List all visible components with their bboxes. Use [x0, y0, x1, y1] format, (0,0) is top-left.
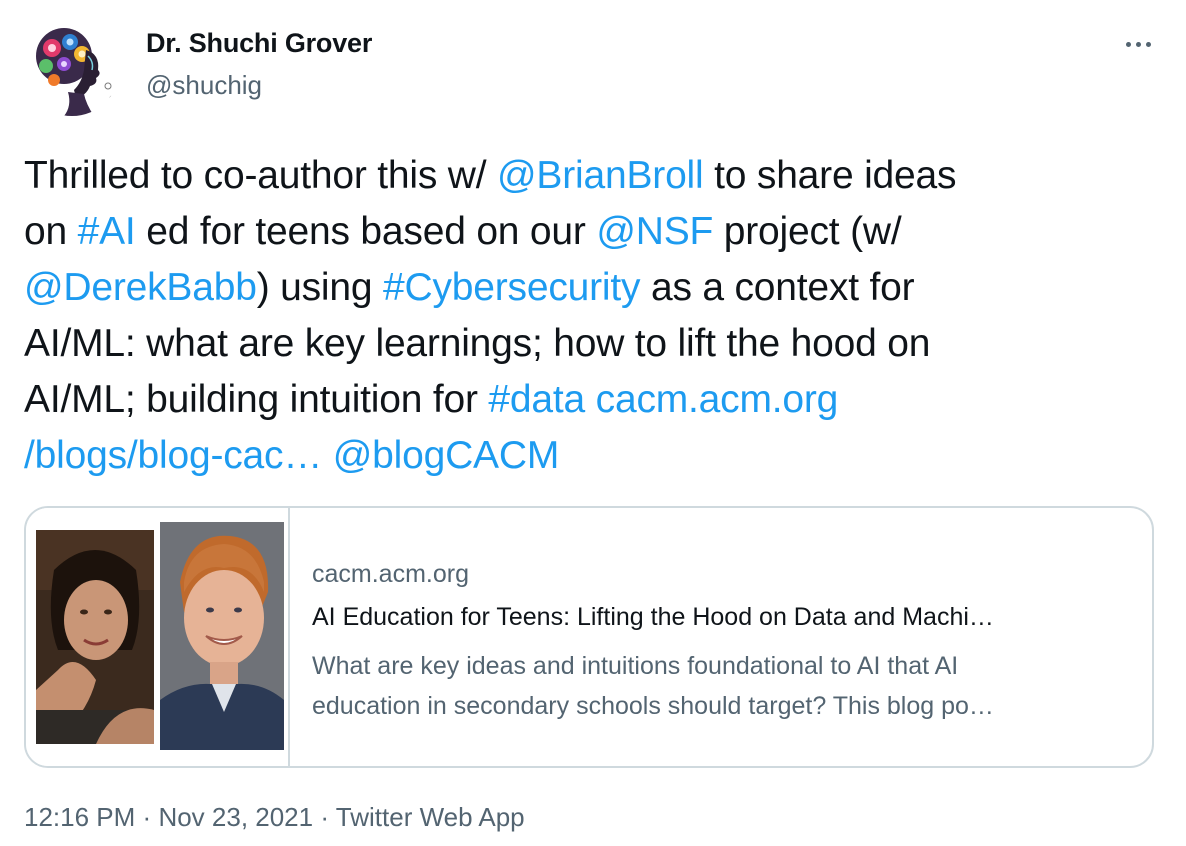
- card-domain: cacm.acm.org: [312, 560, 469, 588]
- hashtag-link[interactable]: #AI: [78, 210, 136, 253]
- tweet-text-line: AI/ML: what are key learnings; how to li…: [24, 316, 1164, 372]
- mention-link[interactable]: @blogCACM: [333, 434, 560, 477]
- tweet: Dr. Shuchi Grover @shuchig Thrilled to c…: [0, 0, 1186, 846]
- tweet-time-link[interactable]: 12:16 PM: [24, 802, 135, 832]
- tweet-text-segment: as a context for: [640, 266, 915, 309]
- link-preview-card[interactable]: cacm.acm.org AI Education for Teens: Lif…: [24, 506, 1154, 768]
- mention-link[interactable]: @NSF: [596, 210, 713, 253]
- author-avatar[interactable]: [24, 20, 120, 116]
- tweet-text-line: AI/ML; building intuition for #data cacm…: [24, 372, 1164, 428]
- author-handle[interactable]: @shuchig: [146, 70, 262, 101]
- tweet-text-line: on #AI ed for teens based on our @NSF pr…: [24, 204, 1164, 260]
- tweet-text-segment: to share ideas: [703, 154, 957, 197]
- tweet-source-link[interactable]: Twitter Web App: [336, 802, 525, 832]
- mention-link[interactable]: @DerekBabb: [24, 266, 257, 309]
- tweet-text-segment: AI/ML; building intuition for: [24, 378, 489, 421]
- tweet-text-segment: on: [24, 210, 78, 253]
- tweet-text-segment: Thrilled to co-author this w/: [24, 154, 498, 197]
- person-photo-left: [36, 530, 154, 744]
- tweet-text-line: Thrilled to co-author this w/ @BrianBrol…: [24, 148, 1164, 204]
- card-description-line: What are key ideas and intuitions founda…: [312, 652, 959, 680]
- tweet-text-segment: ed for teens based on our: [135, 210, 597, 253]
- tweet-text-segment: AI/ML: what are key learnings; how to li…: [24, 322, 931, 365]
- hashtag-link[interactable]: #Cybersecurity: [383, 266, 640, 309]
- card-description-line: education in secondary schools should ta…: [312, 692, 994, 720]
- meta-separator: ·: [320, 802, 330, 832]
- person-photo-right: [160, 522, 284, 750]
- tweet-text-segment: [585, 378, 596, 421]
- card-title: AI Education for Teens: Lifting the Hood…: [312, 603, 994, 631]
- tweet-text-line: /blogs/blog-cac… @blogCACM: [24, 428, 1164, 484]
- url-link[interactable]: cacm.acm.org: [596, 378, 839, 421]
- author-name[interactable]: Dr. Shuchi Grover: [146, 28, 372, 59]
- tweet-text-segment: [322, 434, 333, 477]
- tweet-date-link[interactable]: Nov 23, 2021: [158, 802, 313, 832]
- swirl-portrait-avatar-icon: [24, 20, 120, 116]
- mention-link[interactable]: @BrianBroll: [497, 154, 704, 197]
- card-description: What are key ideas and intuitions founda…: [312, 646, 1132, 726]
- more-options-button[interactable]: [1118, 32, 1158, 56]
- hashtag-link[interactable]: #data: [488, 378, 585, 421]
- more-horizontal-icon: [1123, 41, 1153, 47]
- url-link[interactable]: /blogs/blog-cac…: [24, 434, 322, 477]
- card-image: [26, 508, 290, 766]
- tweet-text-segment: project (w/: [713, 210, 902, 253]
- meta-separator: ·: [142, 802, 152, 832]
- tweet-text: Thrilled to co-author this w/ @BrianBrol…: [24, 148, 1164, 484]
- tweet-text-segment: ) using: [256, 266, 384, 309]
- tweet-metadata: 12:16 PM · Nov 23, 2021 · Twitter Web Ap…: [24, 802, 525, 833]
- tweet-text-line: @DerekBabb) using #Cybersecurity as a co…: [24, 260, 1164, 316]
